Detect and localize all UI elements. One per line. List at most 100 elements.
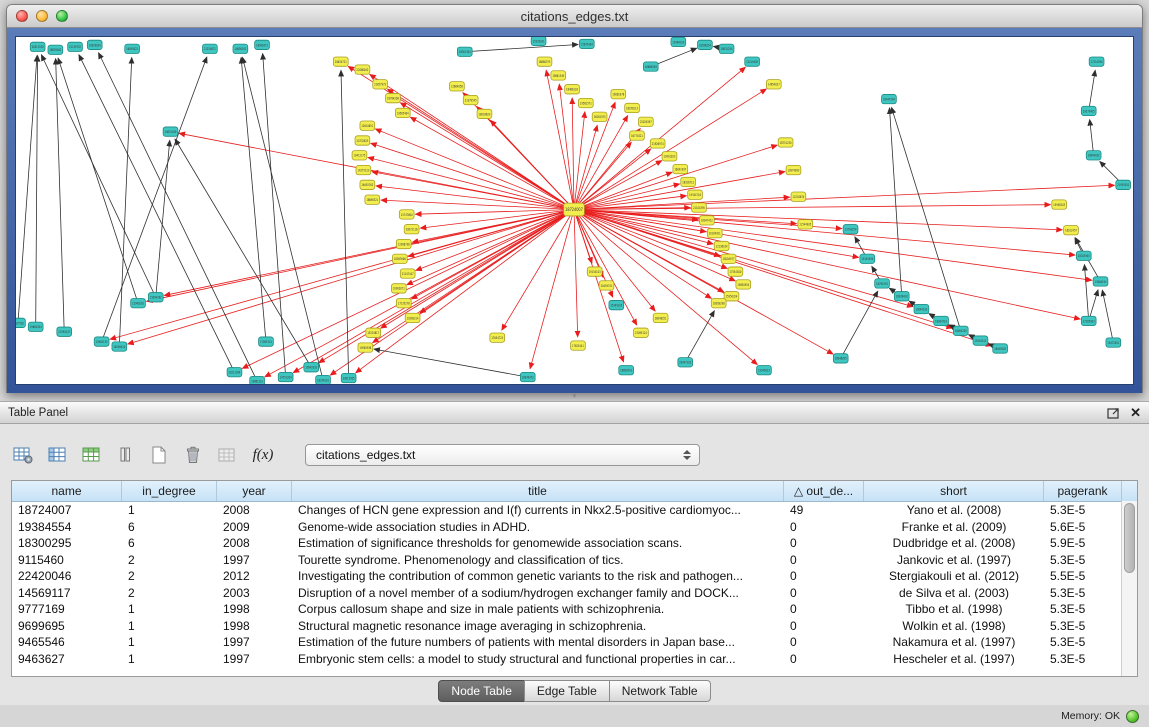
graph-node[interactable]: 10900271 [391,284,406,293]
graph-node[interactable]: 18204977 [721,254,736,263]
graph-node[interactable]: 17625441 [571,341,586,350]
create-column-icon[interactable] [147,444,171,466]
graph-node[interactable]: 16047412 [699,216,714,225]
graph-node[interactable]: 10401023 [662,152,677,161]
graph-node[interactable]: 21224871 [202,44,217,53]
graph-node[interactable]: 16447294 [882,94,897,103]
graph-edge-black[interactable] [18,56,37,323]
graph-node[interactable]: 20459741 [599,281,614,290]
table-source-dropdown[interactable]: citations_edges.txt [305,444,700,466]
graph-node[interactable]: 16012457 [1064,226,1079,235]
graph-edge-red[interactable] [574,210,992,346]
graph-node[interactable]: 19154103 [587,267,602,276]
graph-node[interactable]: 19581571 [578,98,593,107]
graph-node[interactable]: 18486103 [565,85,580,94]
graph-edge-red[interactable] [147,210,574,302]
graph-node[interactable]: 16094205 [953,326,968,335]
graph-node[interactable]: 22024597 [638,117,653,126]
row-tools-icon[interactable] [113,444,137,466]
graph-node[interactable]: 19344716 [688,190,703,199]
column-header[interactable]: in_degree [122,481,217,501]
graph-edge-red[interactable] [574,89,766,209]
graph-edge-black[interactable] [1089,70,1095,111]
graph-node[interactable]: 18309298 [711,298,726,307]
graph-edge-black[interactable] [79,55,235,372]
graph-node[interactable]: 15332031 [531,37,546,46]
graph-node[interactable]: 17554300 [728,267,743,276]
graph-node[interactable]: 17135278 [396,298,411,307]
graph-edge-red[interactable] [381,200,574,209]
tab-edge-table[interactable]: Edge Table [524,680,610,702]
graph-node[interactable]: 21935420 [1116,180,1131,189]
graph-edge-red[interactable] [502,210,574,331]
graph-node[interactable]: 16860573 [537,57,552,66]
graph-node[interactable]: 15958203 [1052,200,1067,209]
graph-edge-red[interactable] [265,210,574,377]
graph-edge-red[interactable] [572,98,574,209]
graph-node[interactable]: 19364103 [671,37,686,46]
graph-edge-black[interactable] [58,58,138,303]
graph-node[interactable]: 19273405 [1081,106,1096,115]
graph-node[interactable]: 19345013 [757,366,772,375]
graph-node[interactable]: 10974093 [786,165,801,174]
zoom-window-button[interactable] [56,10,68,22]
graph-node[interactable]: 18367606 [392,254,407,263]
graph-edge-red[interactable] [574,210,1075,256]
graph-node[interactable]: 12219405 [745,57,760,66]
graph-node[interactable]: 15095124 [634,328,649,337]
graph-edge-black[interactable] [99,53,258,381]
tab-node-table[interactable]: Node Table [438,680,525,702]
network-window-titlebar[interactable]: citations_edges.txt [7,5,1142,28]
graph-node[interactable]: 12684058 [450,82,465,91]
graph-edge-red[interactable] [410,117,574,209]
graph-edge-red[interactable] [574,210,1080,320]
graph-node[interactable]: 19650341 [619,366,634,375]
graph-node[interactable]: 13046194 [1093,277,1108,286]
graph-node[interactable]: 18049372 [520,372,535,381]
graph-node[interactable]: 19664304 [28,322,43,331]
graph-node[interactable]: 12610651 [360,121,375,130]
graph-node[interactable]: 18936410 [894,292,909,301]
column-header[interactable]: △ out_de... [784,481,864,501]
graph-edge-red[interactable] [407,210,574,285]
graph-node[interactable]: 16256410 [112,342,127,351]
table-scrollbar[interactable] [1121,501,1137,676]
graph-node[interactable]: 15349105 [609,300,624,309]
graph-node[interactable]: 13793254 [843,225,858,234]
graph-node[interactable]: 15747600 [399,210,414,219]
graph-edge-black[interactable] [465,44,578,51]
column-header[interactable]: title [292,481,784,501]
graph-node[interactable]: 17654723 [490,333,505,342]
graph-edge-red[interactable] [110,210,574,340]
graph-edge-black[interactable] [119,58,131,347]
graph-edge-black[interactable] [374,349,528,377]
graph-node[interactable]: 21857973 [373,80,388,89]
column-header[interactable]: short [864,481,1044,501]
table-row[interactable]: 946554611997Estimation of the future num… [12,634,1122,651]
graph-node[interactable]: 17095714 [259,337,274,346]
table-row[interactable]: 1830029562008Estimation of significance … [12,535,1122,552]
graph-node[interactable]: 16669509 [643,62,658,71]
graph-node[interactable]: 18698321 [365,195,380,204]
graph-node[interactable]: 19565404 [395,108,410,117]
tab-network-table[interactable]: Network Table [609,680,711,702]
graph-node[interactable]: 16041997 [673,164,688,173]
graph-node[interactable]: 18103945 [1076,251,1091,260]
graph-node[interactable]: 17210394 [1089,57,1104,66]
graph-node[interactable]: 16791970 [875,279,890,288]
graph-node[interactable]: 20072116 [404,225,419,234]
table-row[interactable]: 2242004622012Investigating the contribut… [12,568,1122,585]
graph-edge-black[interactable] [36,56,38,327]
graph-node[interactable]: 18904710 [934,316,949,325]
graph-node[interactable]: 20634721 [333,57,348,66]
graph-edge-red[interactable] [574,161,662,210]
close-panel-icon[interactable]: ✕ [1130,406,1141,419]
graph-node[interactable]: 15642032 [304,363,319,372]
graph-edge-black[interactable] [1090,120,1094,156]
graph-node[interactable]: 14751204 [278,372,293,381]
graph-edge-red[interactable] [293,210,574,373]
graph-edge-red[interactable] [128,210,574,344]
graph-node[interactable]: 18494032 [1086,151,1101,160]
graph-edge-black[interactable] [341,71,349,379]
graph-node[interactable]: 16492762 [360,180,375,189]
